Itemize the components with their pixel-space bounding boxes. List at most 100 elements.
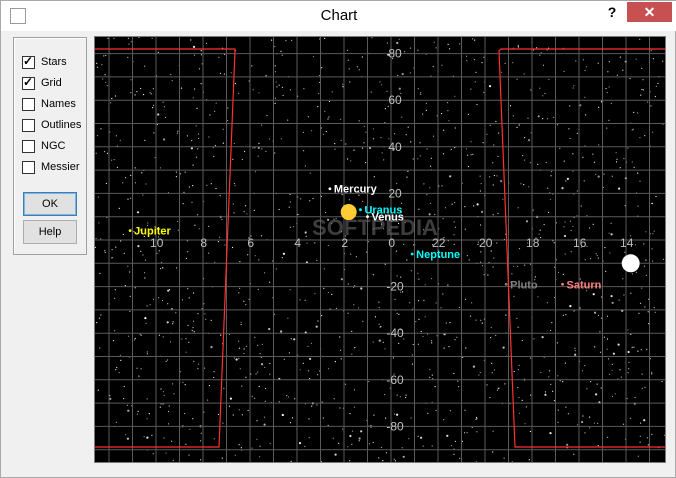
star bbox=[446, 434, 449, 437]
star bbox=[662, 258, 665, 260]
star bbox=[443, 129, 445, 131]
star bbox=[470, 88, 472, 90]
names-checkbox[interactable]: Names bbox=[22, 96, 76, 112]
star bbox=[497, 155, 499, 157]
star bbox=[187, 288, 189, 290]
star bbox=[373, 176, 375, 178]
star bbox=[198, 363, 200, 365]
star bbox=[432, 135, 435, 137]
star bbox=[655, 195, 657, 198]
star bbox=[417, 300, 420, 302]
star bbox=[592, 153, 594, 155]
star bbox=[632, 128, 634, 130]
star bbox=[496, 175, 498, 177]
star bbox=[454, 202, 456, 204]
star bbox=[597, 422, 599, 424]
star bbox=[187, 251, 189, 253]
close-button[interactable]: ✕ bbox=[627, 2, 672, 22]
star bbox=[185, 338, 187, 340]
ngc-checkbox[interactable]: NGC bbox=[22, 138, 65, 154]
star bbox=[103, 151, 106, 153]
star bbox=[401, 447, 403, 449]
checkbox-box[interactable] bbox=[22, 97, 35, 111]
star bbox=[551, 322, 553, 324]
star bbox=[605, 270, 607, 272]
star bbox=[312, 56, 315, 58]
grid-checkbox[interactable]: ✓ Grid bbox=[22, 75, 62, 91]
star bbox=[207, 399, 209, 401]
star bbox=[517, 265, 519, 267]
star bbox=[105, 54, 107, 57]
star bbox=[193, 320, 195, 322]
star bbox=[182, 381, 184, 383]
star bbox=[440, 307, 442, 309]
star bbox=[441, 64, 443, 66]
star bbox=[563, 70, 565, 73]
messier-checkbox[interactable]: Messier bbox=[22, 159, 80, 175]
star bbox=[208, 225, 210, 227]
help-button[interactable]: Help bbox=[23, 220, 77, 244]
ok-button[interactable]: OK bbox=[23, 192, 77, 216]
star bbox=[548, 78, 550, 81]
star bbox=[146, 398, 148, 400]
star bbox=[430, 157, 432, 159]
star bbox=[566, 177, 569, 180]
star bbox=[318, 93, 320, 95]
star bbox=[234, 83, 236, 85]
star bbox=[208, 136, 210, 138]
star bbox=[188, 341, 190, 343]
star bbox=[435, 409, 437, 412]
star bbox=[425, 102, 427, 104]
star bbox=[275, 268, 277, 270]
star bbox=[214, 145, 217, 147]
checkbox-box[interactable] bbox=[22, 139, 35, 153]
outlines-checkbox[interactable]: Outlines bbox=[22, 117, 81, 133]
star bbox=[620, 376, 622, 378]
star bbox=[120, 359, 122, 361]
sky-chart[interactable]: 10 8 6 4 2 0 22 20 18 16 14 80 60 40 20 -20 -40 -60 -80 SOF… bbox=[94, 36, 666, 463]
star bbox=[408, 438, 410, 440]
sky-chart-svg[interactable]: 10 8 6 4 2 0 22 20 18 16 1480604020-20-40-60-80SOF… bbox=[95, 37, 665, 462]
checkbox-box[interactable]: ✓ bbox=[22, 54, 35, 69]
star bbox=[434, 386, 436, 388]
star bbox=[122, 182, 124, 184]
planet-label: Uranus bbox=[364, 205, 402, 217]
checkbox-box[interactable] bbox=[22, 160, 35, 174]
stars-checkbox[interactable]: ✓ Stars bbox=[22, 54, 67, 70]
star bbox=[192, 185, 194, 187]
star bbox=[467, 165, 469, 168]
star bbox=[157, 113, 160, 116]
star bbox=[431, 342, 433, 344]
star bbox=[289, 89, 291, 91]
star bbox=[627, 147, 629, 149]
checkbox-box[interactable] bbox=[22, 118, 35, 132]
star bbox=[635, 271, 637, 273]
star bbox=[219, 195, 221, 197]
star bbox=[489, 397, 491, 399]
x-tick-label: 4 bbox=[294, 236, 301, 250]
star bbox=[596, 383, 598, 385]
star bbox=[464, 409, 466, 411]
star bbox=[134, 287, 136, 289]
help-icon[interactable]: ? bbox=[602, 4, 622, 24]
star bbox=[173, 393, 175, 395]
star bbox=[111, 159, 113, 161]
star bbox=[119, 139, 121, 141]
title-bar[interactable]: Chart ? ✕ bbox=[1, 1, 676, 31]
star bbox=[442, 218, 444, 220]
star bbox=[574, 353, 577, 356]
checkbox-box[interactable]: ✓ bbox=[22, 75, 35, 90]
star bbox=[562, 381, 564, 383]
star bbox=[517, 387, 519, 389]
star bbox=[496, 389, 498, 391]
star bbox=[396, 41, 399, 45]
star bbox=[474, 81, 476, 83]
star bbox=[227, 107, 229, 109]
star bbox=[516, 126, 518, 129]
star bbox=[458, 386, 460, 388]
star bbox=[149, 304, 151, 306]
star bbox=[258, 259, 260, 261]
star bbox=[115, 246, 117, 248]
star bbox=[114, 289, 116, 291]
star bbox=[450, 148, 452, 150]
